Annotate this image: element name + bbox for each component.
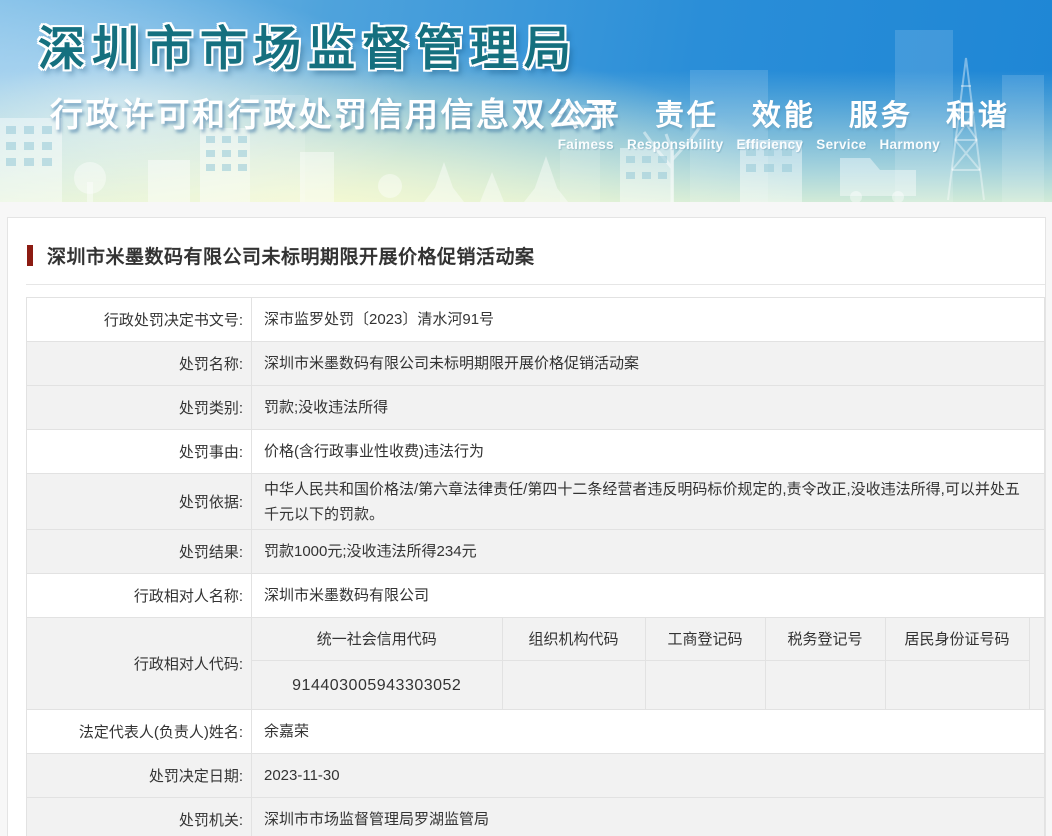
row-label: 行政相对人代码: <box>27 618 252 710</box>
site-title: 深圳市市场监督管理局 <box>38 10 578 79</box>
table-row: 处罚决定日期: 2023-11-30 <box>27 754 1045 798</box>
table-row: 处罚事由: 价格(含行政事业性收费)违法行为 <box>27 430 1045 474</box>
row-label: 处罚决定日期: <box>27 754 252 798</box>
table-row: 处罚机关: 深圳市市场监督管理局罗湖监管局 <box>27 798 1045 836</box>
codes-value <box>645 661 765 710</box>
table-row: 行政相对人名称: 深圳市米墨数码有限公司 <box>27 574 1045 618</box>
codes-value: 914403005943303052 <box>252 661 502 710</box>
table-row: 处罚名称: 深圳市米墨数码有限公司未标明期限开展价格促销活动案 <box>27 342 1045 386</box>
row-label: 处罚依据: <box>27 474 252 530</box>
codes-header: 统一社会信用代码 <box>252 618 502 661</box>
slogan-chinese: 公平 责任 效能 服务 和谐 <box>558 92 1010 134</box>
table-row: 处罚类别: 罚款;没收违法所得 <box>27 386 1045 430</box>
row-value: 余嘉荣 <box>252 710 1045 754</box>
content-card: 深圳市米墨数码有限公司未标明期限开展价格促销活动案 行政处罚决定书文号: 深市监… <box>7 217 1046 836</box>
row-label: 行政处罚决定书文号: <box>27 298 252 342</box>
slogan-english: Faimess Responsibility Efficiency Servic… <box>558 137 1010 152</box>
codes-header: 工商登记码 <box>645 618 765 661</box>
table-row: 处罚依据: 中华人民共和国价格法/第六章法律责任/第四十二条经营者违反明码标价规… <box>27 474 1045 530</box>
row-label: 处罚事由: <box>27 430 252 474</box>
row-value: 2023-11-30 <box>252 754 1045 798</box>
site-subtitle: 行政许可和行政处罚信用信息双公示 <box>50 88 618 136</box>
row-label: 处罚名称: <box>27 342 252 386</box>
row-label: 行政相对人名称: <box>27 574 252 618</box>
codes-header-row: 统一社会信用代码 组织机构代码 工商登记码 税务登记号 居民身份证号码 <box>252 618 1029 661</box>
title-divider <box>26 284 1045 285</box>
row-value: 中华人民共和国价格法/第六章法律责任/第四十二条经营者违反明码标价规定的,责令改… <box>252 474 1045 530</box>
row-label: 法定代表人(负责人)姓名: <box>27 710 252 754</box>
table-row: 法定代表人(负责人)姓名: 余嘉荣 <box>27 710 1045 754</box>
table-row: 处罚结果: 罚款1000元;没收违法所得234元 <box>27 530 1045 574</box>
row-value: 价格(含行政事业性收费)违法行为 <box>252 430 1045 474</box>
row-value: 罚款;没收违法所得 <box>252 386 1045 430</box>
codes-header: 税务登记号 <box>765 618 885 661</box>
codes-cell: 统一社会信用代码 组织机构代码 工商登记码 税务登记号 居民身份证号码 9144… <box>252 618 1045 710</box>
site-banner: 深圳市市场监督管理局 行政许可和行政处罚信用信息双公示 公平 责任 效能 服务 … <box>0 0 1052 202</box>
penalty-info-table: 行政处罚决定书文号: 深市监罗处罚〔2023〕清水河91号 处罚名称: 深圳市米… <box>26 297 1045 836</box>
row-label: 处罚结果: <box>27 530 252 574</box>
row-value: 深圳市市场监督管理局罗湖监管局 <box>252 798 1045 836</box>
slogan-block: 公平 责任 效能 服务 和谐 Faimess Responsibility Ef… <box>558 92 1010 152</box>
case-header: 深圳市米墨数码有限公司未标明期限开展价格促销活动案 <box>18 242 1036 269</box>
codes-value-row: 914403005943303052 <box>252 661 1029 710</box>
row-value: 深圳市米墨数码有限公司未标明期限开展价格促销活动案 <box>252 342 1045 386</box>
codes-header: 居民身份证号码 <box>885 618 1029 661</box>
codes-value <box>502 661 645 710</box>
row-value: 罚款1000元;没收违法所得234元 <box>252 530 1045 574</box>
table-row: 行政处罚决定书文号: 深市监罗处罚〔2023〕清水河91号 <box>27 298 1045 342</box>
codes-header: 组织机构代码 <box>502 618 645 661</box>
row-value: 深圳市米墨数码有限公司 <box>252 574 1045 618</box>
row-label: 处罚类别: <box>27 386 252 430</box>
codes-value <box>765 661 885 710</box>
table-row-codes: 行政相对人代码: 统一社会信用代码 组织机构代码 工商登记码 税务登记号 <box>27 618 1045 710</box>
title-marker-bar <box>27 245 33 266</box>
codes-subtable: 统一社会信用代码 组织机构代码 工商登记码 税务登记号 居民身份证号码 9144… <box>252 618 1030 709</box>
row-value: 深市监罗处罚〔2023〕清水河91号 <box>252 298 1045 342</box>
case-title: 深圳市米墨数码有限公司未标明期限开展价格促销活动案 <box>47 242 535 269</box>
codes-value <box>885 661 1029 710</box>
row-label: 处罚机关: <box>27 798 252 836</box>
